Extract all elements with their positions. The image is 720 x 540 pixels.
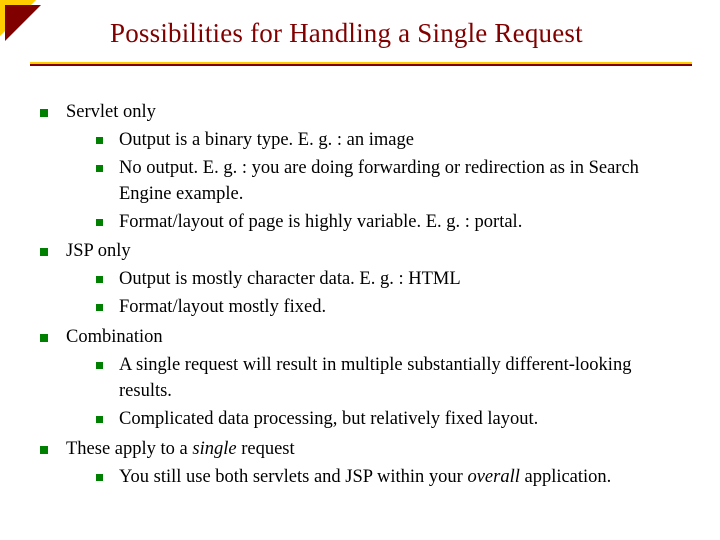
- list-item: Format/layout mostly fixed.: [96, 295, 680, 321]
- slide-title: Possibilities for Handling a Single Requ…: [110, 18, 583, 49]
- text-emphasis: single: [192, 439, 236, 459]
- list-item-text: Format/layout mostly fixed.: [119, 295, 680, 321]
- list-item: No output. E. g. : you are doing forward…: [96, 156, 680, 208]
- list-item-text: A single request will result in multiple…: [119, 353, 680, 405]
- list-item: Combination A single request will result…: [40, 325, 680, 435]
- list-item-text: Output is mostly character data. E. g. :…: [119, 267, 680, 293]
- list-item-text: JSP only: [66, 241, 131, 261]
- underline-maroon: [30, 64, 692, 66]
- bullet-icon: [96, 165, 103, 172]
- slide-content: Servlet only Output is a binary type. E.…: [40, 100, 680, 494]
- bullet-icon: [96, 137, 103, 144]
- bullet-icon: [96, 276, 103, 283]
- bullet-icon: [96, 416, 103, 423]
- bullet-icon: [96, 474, 103, 481]
- list-item: JSP only Output is mostly character data…: [40, 239, 680, 323]
- bullet-icon: [96, 362, 103, 369]
- text-emphasis: overall: [467, 467, 519, 487]
- corner-decoration: [0, 0, 36, 36]
- text-fragment: request: [237, 439, 295, 459]
- list-item: You still use both servlets and JSP with…: [96, 465, 680, 491]
- slide: Possibilities for Handling a Single Requ…: [0, 0, 720, 540]
- text-fragment: These apply to a: [66, 439, 192, 459]
- bullet-icon: [40, 248, 48, 256]
- list-item: Servlet only Output is a binary type. E.…: [40, 100, 680, 237]
- list-item: Complicated data processing, but relativ…: [96, 407, 680, 433]
- corner-yellow: [0, 0, 36, 36]
- list-item: Format/layout of page is highly variable…: [96, 210, 680, 236]
- bullet-icon: [40, 334, 48, 342]
- list-item-text: Combination: [66, 327, 163, 347]
- list-item-text: You still use both servlets and JSP with…: [119, 465, 680, 491]
- bullet-icon: [96, 304, 103, 311]
- bullet-icon: [40, 109, 48, 117]
- list-item: Output is a binary type. E. g. : an imag…: [96, 128, 680, 154]
- list-item-text: Format/layout of page is highly variable…: [119, 210, 680, 236]
- text-fragment: application.: [520, 467, 611, 487]
- list-item-text: Complicated data processing, but relativ…: [119, 407, 680, 433]
- text-fragment: You still use both servlets and JSP with…: [119, 467, 467, 487]
- bullet-icon: [40, 446, 48, 454]
- list-item-text: Servlet only: [66, 102, 156, 122]
- list-item-text: Output is a binary type. E. g. : an imag…: [119, 128, 680, 154]
- title-underline: [30, 62, 692, 66]
- list-item: Output is mostly character data. E. g. :…: [96, 267, 680, 293]
- bullet-icon: [96, 219, 103, 226]
- list-item: A single request will result in multiple…: [96, 353, 680, 405]
- list-item: These apply to a single request You stil…: [40, 437, 680, 493]
- corner-maroon: [5, 5, 41, 41]
- list-item-text: No output. E. g. : you are doing forward…: [119, 156, 680, 208]
- list-item-text: These apply to a single request: [66, 439, 295, 459]
